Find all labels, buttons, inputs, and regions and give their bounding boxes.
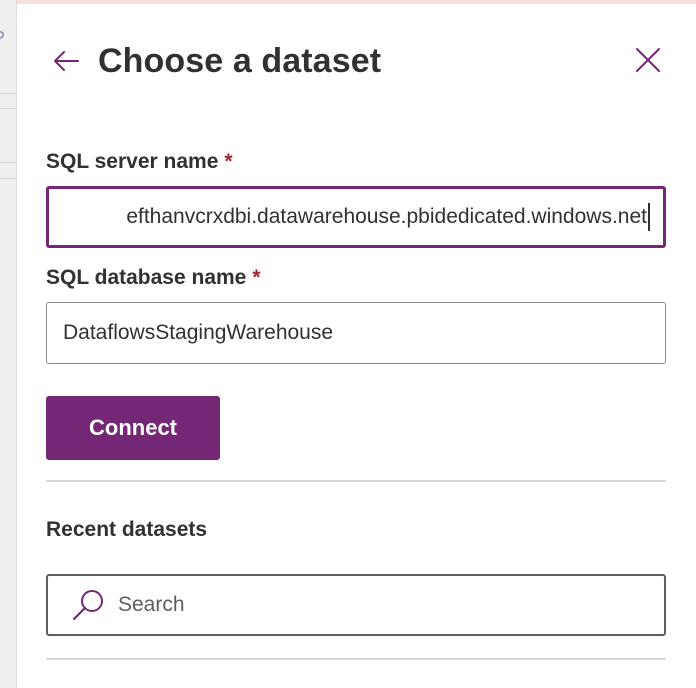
- panel-title: Choose a dataset: [98, 42, 382, 80]
- search-input[interactable]: [118, 576, 664, 634]
- background-divider: [0, 178, 16, 179]
- sql-database-name-label: SQL database name *: [46, 266, 261, 290]
- background-icon: [0, 31, 4, 39]
- panel-header: Choose a dataset: [17, 4, 696, 114]
- required-mark: *: [224, 150, 233, 173]
- required-mark: *: [252, 266, 261, 289]
- sql-server-name-label: SQL server name *: [46, 150, 233, 174]
- page: Choose a dataset SQL server name * efthan…: [0, 0, 696, 688]
- sql-server-name-input[interactable]: efthanvcrxdbi.datawarehouse.pbidedicated…: [46, 186, 666, 248]
- close-button[interactable]: [632, 44, 664, 76]
- background-divider: [0, 93, 16, 94]
- section-divider: [46, 658, 666, 660]
- sql-database-name-input[interactable]: [46, 302, 666, 364]
- sql-server-name-label-text: SQL server name: [46, 150, 219, 173]
- background-divider: [0, 162, 16, 163]
- connect-button[interactable]: Connect: [46, 396, 220, 460]
- sql-database-name-label-text: SQL database name: [46, 266, 247, 289]
- choose-dataset-panel: Choose a dataset SQL server name * efthan…: [17, 4, 696, 688]
- recent-datasets-search[interactable]: [46, 574, 666, 636]
- search-icon: [68, 585, 108, 625]
- back-button[interactable]: [51, 46, 81, 76]
- text-caret: [648, 203, 650, 231]
- section-divider: [46, 480, 666, 482]
- recent-datasets-title: Recent datasets: [46, 518, 208, 541]
- background-divider: [0, 108, 16, 109]
- background-app: [0, 0, 17, 688]
- arrow-left-icon: [54, 51, 79, 71]
- close-icon: [636, 48, 660, 72]
- sql-server-name-value: efthanvcrxdbi.datawarehouse.pbidedicated…: [126, 205, 647, 228]
